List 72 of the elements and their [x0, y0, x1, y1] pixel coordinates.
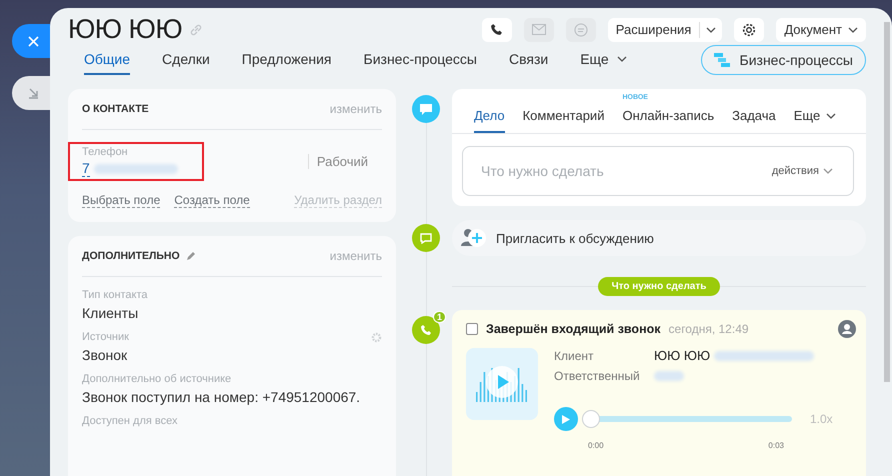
field-label: Источник — [82, 331, 129, 343]
field-label: Доступен для всех — [82, 415, 178, 427]
add-user-icon — [460, 227, 488, 249]
settings-button[interactable] — [734, 18, 764, 42]
audio-wave-drawing[interactable] — [466, 348, 538, 420]
settings-icon — [742, 22, 756, 36]
extensions-label[interactable]: Расширения — [608, 22, 700, 38]
tab[interactable]: Общие — [84, 45, 130, 75]
user-avatar-icon[interactable] — [838, 320, 856, 338]
business-process-button[interactable]: Бизнес-процессы — [700, 45, 866, 75]
close-icon — [28, 36, 38, 46]
composer-tab[interactable]: Комментарий — [522, 108, 604, 133]
phone-link[interactable]: 7 — [82, 160, 90, 177]
counter-badge: 1 — [432, 311, 446, 323]
field-value: Клиенты — [82, 305, 140, 321]
phone-icon — [420, 324, 432, 336]
tab[interactable]: Предложения — [242, 45, 332, 75]
field-label: Дополнительно об источнике — [82, 373, 232, 385]
field-value: Звонок поступил на номер: +74951200067. — [82, 389, 362, 405]
client-name[interactable]: ЮЮ ЮЮ — [654, 348, 710, 363]
chat-icon — [574, 22, 588, 36]
pencil-icon[interactable] — [186, 251, 196, 261]
chevron-down-icon — [616, 56, 627, 62]
call-title: Завершён входящий звонок — [486, 322, 661, 336]
comment-bubble-icon — [412, 224, 440, 252]
chevron-down-icon — [823, 168, 833, 174]
play-button[interactable] — [554, 407, 578, 431]
contact-title: ЮЮ ЮЮ — [68, 14, 182, 45]
card-title: О КОНТАКТЕ — [82, 103, 149, 115]
minimize-button[interactable] — [12, 76, 50, 110]
info-label: Клиент — [554, 348, 594, 362]
more-tab[interactable]: Еще — [794, 108, 836, 133]
comment-bubble-icon — [412, 95, 440, 123]
composer-tab[interactable]: Задача — [732, 108, 776, 133]
phone-icon — [490, 23, 504, 36]
tab[interactable]: Сделки — [162, 45, 210, 75]
phone-button[interactable] — [482, 18, 512, 42]
progress-track[interactable] — [582, 410, 792, 428]
document-button[interactable]: Документ — [776, 18, 866, 42]
envelope-icon — [532, 24, 546, 35]
phone-type: Рабочий — [308, 154, 368, 169]
call-time: сегодня, 12:49 — [668, 322, 749, 336]
field-value: Звонок — [82, 347, 128, 363]
play-icon — [562, 414, 570, 424]
process-icon — [714, 53, 730, 67]
info-label: Ответственный — [554, 369, 641, 383]
extensions-button[interactable]: Расширения — [608, 18, 722, 42]
chevron-down-icon — [848, 26, 858, 32]
progress-thumb[interactable] — [582, 410, 600, 428]
link-icon[interactable] — [190, 24, 202, 36]
checkbox[interactable] — [466, 323, 478, 335]
field-label: Телефон — [82, 146, 129, 158]
card-title: ДОПОЛНИТЕЛЬНО — [82, 250, 180, 262]
invite-button[interactable]: Пригласить к обсуждению — [452, 220, 866, 256]
arrow-down-right-icon — [28, 88, 38, 98]
field-link[interactable]: Создать поле — [174, 193, 250, 208]
tab[interactable]: Связи — [509, 45, 548, 75]
chevron-down-icon — [706, 26, 716, 32]
field-label: Тип контакта — [82, 289, 148, 301]
chevron-down-icon — [826, 112, 836, 118]
close-button[interactable] — [12, 24, 50, 58]
actions-dropdown[interactable]: действия — [766, 164, 839, 178]
composer-tab[interactable]: Дело — [474, 108, 505, 133]
tab[interactable]: Бизнес-процессы — [364, 45, 477, 75]
time-start: 0:00 — [588, 441, 604, 450]
settings-icon[interactable] — [371, 332, 382, 342]
field-link[interactable]: Выбрать поле — [82, 193, 160, 208]
more-tab[interactable]: Еще — [580, 45, 627, 75]
task-input-field[interactable]: Что нужно сделать действия — [462, 146, 854, 196]
redacted-blur — [654, 371, 684, 381]
section-label: Что нужно сделать — [598, 277, 720, 296]
time-end: 0:03 — [768, 441, 784, 450]
